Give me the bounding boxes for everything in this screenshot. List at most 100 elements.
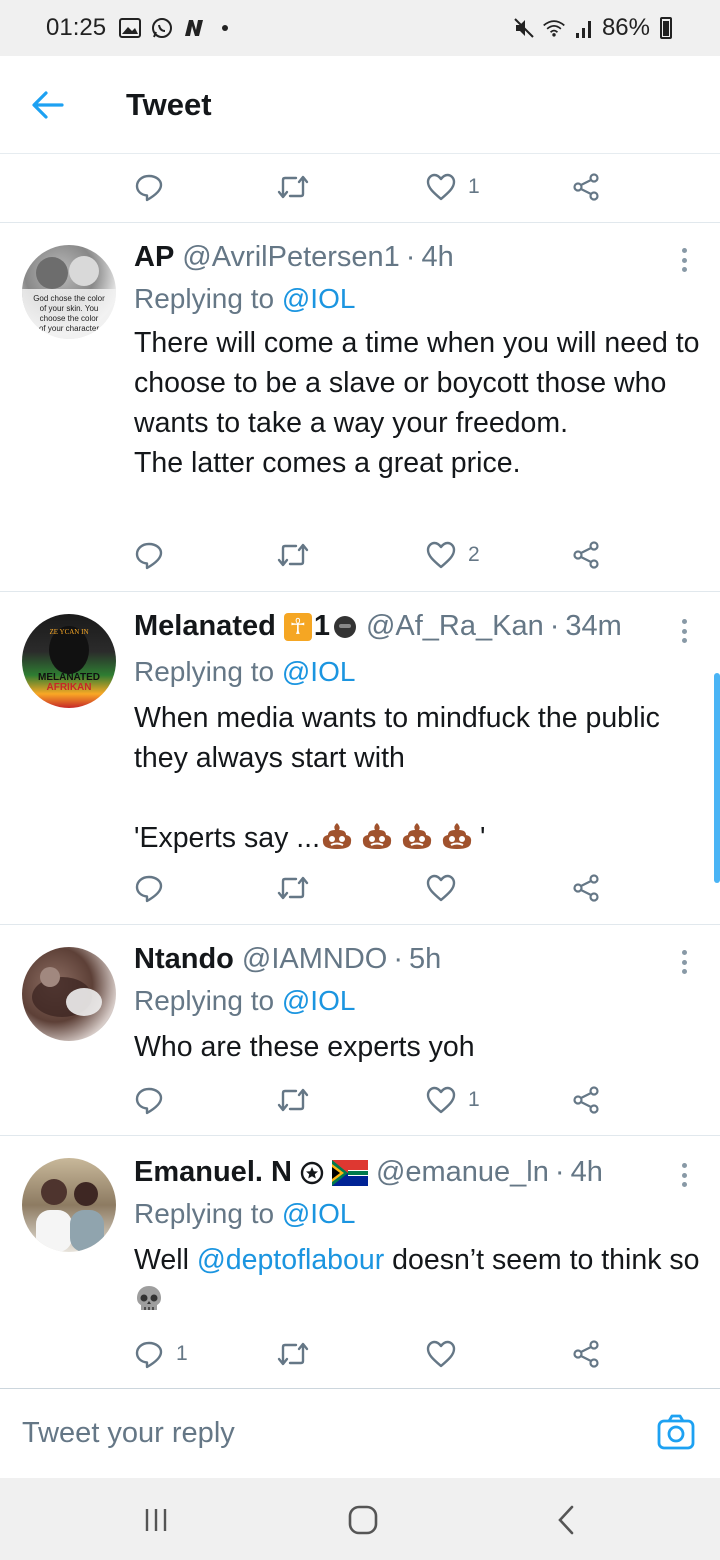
black-circle-emoji-icon xyxy=(333,615,356,638)
avatar[interactable]: ZE YCAN IN MELANATED AFRIKAN xyxy=(22,614,116,708)
arrow-left-icon xyxy=(32,90,64,119)
like-count: 1 xyxy=(468,175,480,198)
share-button[interactable] xyxy=(572,868,602,908)
camera-button[interactable] xyxy=(656,1413,696,1453)
tweet-item[interactable]: Emanuel. N @emanue_ln · 4h Replying to @… xyxy=(0,1136,720,1388)
retweet-button[interactable] xyxy=(276,167,310,207)
more-options-button[interactable] xyxy=(676,616,692,646)
retweet-icon xyxy=(277,543,309,567)
reply-button[interactable] xyxy=(134,1080,164,1120)
separator-dot: · xyxy=(405,241,416,273)
retweet-icon xyxy=(277,876,309,900)
tweet-text-part: doesn’t seem to think so xyxy=(384,1244,708,1276)
mention-link[interactable]: @IOL xyxy=(282,985,356,1016)
system-nav-bar xyxy=(0,1478,720,1560)
replying-to: Replying to @IOL xyxy=(134,283,355,315)
like-button[interactable] xyxy=(426,1334,468,1374)
avatar[interactable] xyxy=(22,947,116,1041)
tweet-time: 4h xyxy=(421,241,454,273)
retweet-button[interactable] xyxy=(276,868,310,908)
tweet-header: Ntando @IAMNDO · 5h xyxy=(134,943,441,976)
scrollbar-thumb[interactable] xyxy=(714,673,720,883)
user-handle[interactable]: @AvrilPetersen1 xyxy=(182,241,400,274)
reply-input[interactable]: Tweet your reply xyxy=(22,1417,235,1450)
avatar-text: ZE YCAN IN xyxy=(49,628,88,636)
reply-button[interactable]: 1 xyxy=(134,1334,188,1374)
back-nav-button[interactable] xyxy=(546,1500,586,1540)
retweet-button[interactable] xyxy=(276,1334,310,1374)
retweet-button[interactable] xyxy=(276,535,310,575)
share-button[interactable] xyxy=(572,535,602,575)
share-button[interactable] xyxy=(572,167,602,207)
user-handle[interactable]: @Af_Ra_Kan xyxy=(366,610,544,643)
heart-icon xyxy=(426,1086,456,1114)
like-button[interactable]: 1 xyxy=(426,167,480,207)
share-icon xyxy=(573,173,599,201)
replying-to: Replying to @IOL xyxy=(134,1198,355,1230)
like-button[interactable]: 2 xyxy=(426,535,480,575)
reply-icon xyxy=(135,174,163,202)
skull-emoji-icon xyxy=(137,1286,161,1310)
avatar-text: AFRIKAN xyxy=(47,682,92,693)
tweet-actions xyxy=(134,868,634,908)
user-name[interactable]: Melanated xyxy=(134,610,276,643)
reply-button[interactable] xyxy=(134,167,164,207)
mention-link[interactable]: @IOL xyxy=(282,1198,356,1229)
avatar-image xyxy=(32,967,102,1017)
heart-icon xyxy=(426,173,456,201)
tweet-item[interactable]: Ntando @IAMNDO · 5h Replying to @IOL Who… xyxy=(0,925,720,1135)
more-options-button[interactable] xyxy=(676,947,692,977)
reply-button[interactable] xyxy=(134,535,164,575)
pile-of-poo-emoji-icon xyxy=(362,823,392,849)
tweet-actions: 1 xyxy=(134,1334,634,1374)
avatar-image xyxy=(36,1179,104,1252)
heart-icon xyxy=(426,1340,456,1368)
mention-link[interactable]: @IOL xyxy=(282,283,356,314)
retweet-button[interactable] xyxy=(276,1080,310,1120)
tweet-text: Who are these experts yoh xyxy=(134,1031,475,1063)
pile-of-poo-emoji-icon xyxy=(322,823,352,849)
replying-prefix: Replying to xyxy=(134,985,282,1016)
user-name[interactable]: Ntando xyxy=(134,943,234,976)
heart-icon xyxy=(426,874,456,902)
like-count: 2 xyxy=(468,543,480,566)
avatar-image: God chose the color of your skin. You ch… xyxy=(22,256,116,339)
user-handle[interactable]: @IAMNDO xyxy=(242,943,387,976)
tweet-item[interactable]: God chose the color of your skin. You ch… xyxy=(0,223,720,591)
pile-of-poo-emoji-icon xyxy=(442,823,472,849)
more-options-button[interactable] xyxy=(676,1160,692,1190)
tweet-text: There will come a time when you will nee… xyxy=(134,327,700,479)
tweet-text: Well @deptoflabour doesn’t seem to think… xyxy=(134,1240,714,1320)
battery-icon xyxy=(660,17,672,39)
recent-apps-button[interactable] xyxy=(136,1500,176,1540)
user-name[interactable]: AP xyxy=(134,241,174,274)
share-button[interactable] xyxy=(572,1334,602,1374)
wifi-icon xyxy=(542,16,566,40)
more-notifications-dot xyxy=(222,25,229,31)
mute-icon xyxy=(512,16,536,40)
mention-link[interactable]: @IOL xyxy=(282,656,356,687)
avatar-image: ZE YCAN IN MELANATED AFRIKAN xyxy=(38,626,100,693)
tweet-header: AP @AvrilPetersen1 · 4h xyxy=(134,241,454,274)
share-icon xyxy=(573,1086,599,1114)
share-button[interactable] xyxy=(572,1080,602,1120)
user-handle[interactable]: @emanue_ln xyxy=(376,1156,549,1189)
mention-link[interactable]: @deptoflabour xyxy=(197,1244,384,1276)
avatar[interactable]: God chose the color of your skin. You ch… xyxy=(22,245,116,339)
like-button[interactable] xyxy=(426,868,468,908)
star-badge-icon xyxy=(300,1161,324,1185)
camera-icon xyxy=(657,1414,695,1450)
user-name[interactable]: Emanuel. N xyxy=(134,1156,292,1189)
separator-dot: · xyxy=(554,1156,565,1188)
home-button[interactable] xyxy=(343,1500,383,1540)
avatar[interactable] xyxy=(22,1158,116,1252)
replying-prefix: Replying to xyxy=(134,656,282,687)
tweet-item[interactable]: ZE YCAN IN MELANATED AFRIKAN Melanated ☥… xyxy=(0,592,720,924)
more-options-button[interactable] xyxy=(676,245,692,275)
like-button[interactable]: 1 xyxy=(426,1080,480,1120)
reply-icon xyxy=(135,542,163,570)
reply-count: 1 xyxy=(176,1342,188,1365)
back-button[interactable] xyxy=(0,56,100,154)
reply-button[interactable] xyxy=(134,868,164,908)
svg-text:of your skin. You: of your skin. You xyxy=(40,304,99,313)
